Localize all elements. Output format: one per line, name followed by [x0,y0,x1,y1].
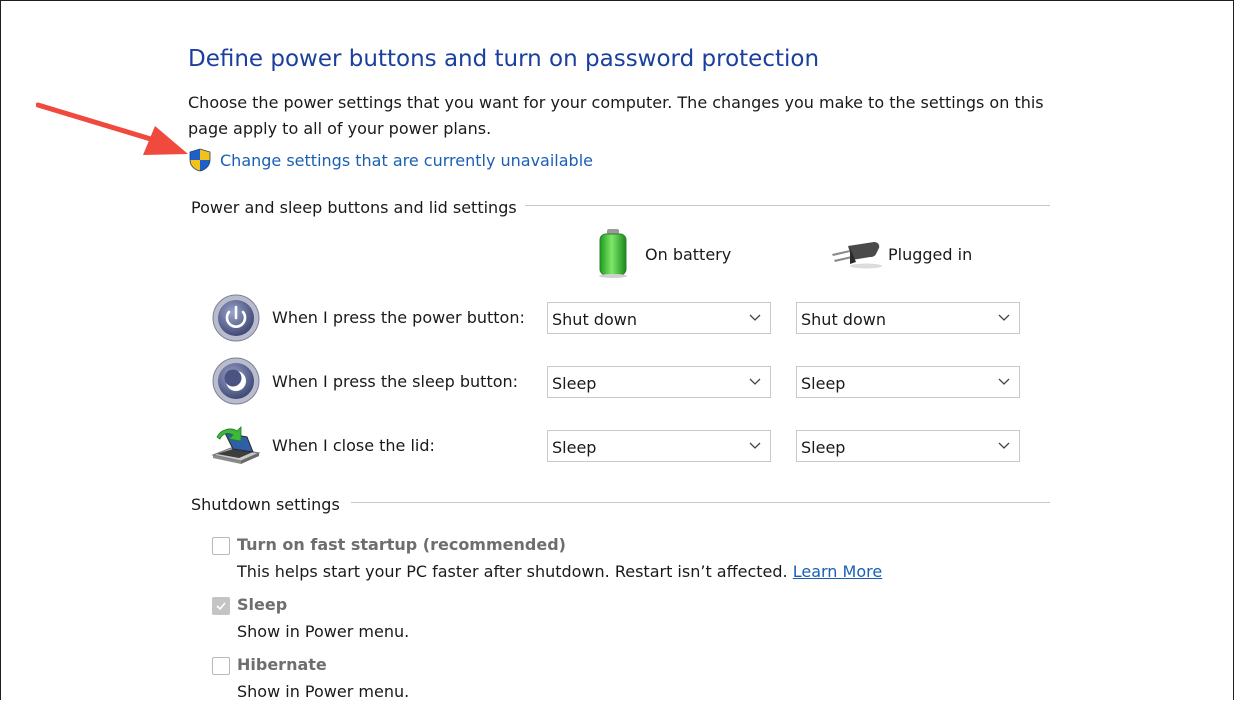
fast-startup-description: This helps start your PC faster after sh… [237,562,882,581]
chevron-down-icon [998,314,1010,321]
column-header-plugged-in: Plugged in [888,245,973,264]
close-lid-plugged-select[interactable]: Sleep [796,430,1020,462]
select-value: Shut down [552,310,637,329]
select-value: Sleep [552,438,597,457]
select-value: Shut down [801,310,886,329]
checkmark-icon [216,602,226,611]
chevron-down-icon [998,442,1010,449]
power-button-icon [212,294,260,342]
row-label-sleep-button: When I press the sleep button: [272,372,519,391]
learn-more-link[interactable]: Learn More [793,562,882,581]
chevron-down-icon [749,378,761,385]
column-header-on-battery: On battery [645,245,732,264]
select-value: Sleep [801,374,846,393]
fast-startup-checkbox[interactable] [212,537,230,555]
change-settings-link[interactable]: Change settings that are currently unava… [220,151,593,170]
page-description: Choose the power settings that you want … [188,93,1044,138]
hibernate-label: Hibernate [237,655,327,674]
shutdown-group-divider [351,502,1050,503]
battery-icon [599,229,627,278]
power-plug-icon [832,242,882,269]
sleep-button-icon [212,357,260,405]
page-title: Define power buttons and turn on passwor… [188,46,820,72]
fast-startup-label: Turn on fast startup (recommended) [237,535,566,554]
row-label-close-lid: When I close the lid: [272,436,435,455]
sleep-checkbox[interactable] [212,597,230,615]
shutdown-group-title: Shutdown settings [191,495,340,514]
power-group-divider [525,205,1050,206]
sleep-label: Sleep [237,595,288,614]
chevron-down-icon [998,378,1010,385]
chevron-down-icon [749,314,761,321]
select-value: Sleep [801,438,846,457]
power-button-battery-select[interactable]: Shut down [547,302,771,334]
fast-startup-description-text: This helps start your PC faster after sh… [237,562,788,581]
power-group-title: Power and sleep buttons and lid settings [191,198,517,217]
hibernate-description: Show in Power menu. [237,682,410,701]
select-value: Sleep [552,374,597,393]
power-button-plugged-select[interactable]: Shut down [796,302,1020,334]
row-label-power-button: When I press the power button: [272,308,525,327]
sleep-button-battery-select[interactable]: Sleep [547,366,771,398]
sleep-button-plugged-select[interactable]: Sleep [796,366,1020,398]
hibernate-checkbox[interactable] [212,657,230,675]
chevron-down-icon [749,442,761,449]
uac-shield-icon [189,148,211,172]
sleep-description: Show in Power menu. [237,622,410,641]
laptop-lid-icon [211,426,261,464]
close-lid-battery-select[interactable]: Sleep [547,430,771,462]
annotation-arrow [36,102,188,155]
